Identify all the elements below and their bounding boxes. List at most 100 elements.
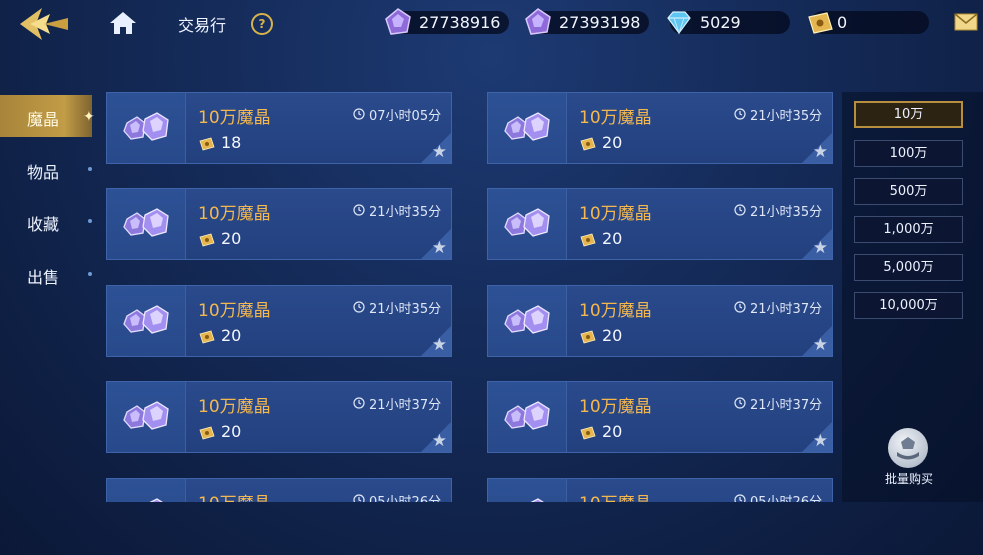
back-arrow-icon <box>20 8 68 40</box>
favorite-star-icon[interactable]: ★ <box>432 335 447 355</box>
filter-5000wan[interactable]: 5,000万 <box>854 254 963 281</box>
sidebar-item-label: 魔晶 <box>27 110 60 129</box>
gold-coupon-icon <box>199 233 215 247</box>
listing-card[interactable]: 10万魔晶 21小时35分 20 ★ <box>106 285 452 357</box>
magic-crystal-icon <box>530 498 544 502</box>
clock-icon <box>353 204 365 216</box>
item-thumbnail <box>107 479 186 502</box>
help-button[interactable]: ? <box>251 13 273 35</box>
bulk-buy-button[interactable]: 批量购买 <box>874 428 944 490</box>
item-thumbnail <box>107 189 186 259</box>
filter-10000wan[interactable]: 10,000万 <box>854 292 963 319</box>
remaining-time: 21小时37分 <box>750 398 823 413</box>
favorite-star-icon[interactable]: ★ <box>432 142 447 162</box>
clock-icon <box>353 108 365 120</box>
back-button[interactable] <box>14 6 72 42</box>
favorite-star-icon[interactable]: ★ <box>813 335 828 355</box>
filter-500wan[interactable]: 500万 <box>854 178 963 205</box>
item-thumbnail <box>107 382 186 452</box>
listing-card[interactable]: 10万魔晶 07小时05分 18 ★ <box>106 92 452 164</box>
remaining-time: 21小时35分 <box>369 302 442 317</box>
item-thumbnail <box>107 286 186 356</box>
currency-coupon: 0 <box>808 11 929 34</box>
sidebar-item-magic-crystal[interactable]: 魔晶 ✦ <box>0 95 95 137</box>
remaining-time: 05小时26分 <box>750 491 822 502</box>
favorite-star-icon[interactable]: ★ <box>813 142 828 162</box>
dot-icon <box>88 272 92 276</box>
sidebar-item-label: 收藏 <box>27 215 60 234</box>
item-thumbnail <box>488 189 567 259</box>
item-name: 10万魔晶 <box>198 489 271 502</box>
listing-card[interactable]: 10万魔晶05小时26分★ <box>487 478 833 502</box>
clock-icon <box>353 494 365 502</box>
filter-1000wan[interactable]: 1,000万 <box>854 216 963 243</box>
favorite-star-icon[interactable]: ★ <box>432 431 447 451</box>
item-name: 10万魔晶 <box>579 108 652 128</box>
magic-crystal-icon <box>504 112 550 141</box>
item-name: 10万魔晶 <box>579 397 652 417</box>
gold-coupon-icon <box>580 330 596 344</box>
clock-icon <box>734 301 746 313</box>
listing-card[interactable]: 10万魔晶 21小时35分 20 ★ <box>487 92 833 164</box>
item-price: 20 <box>602 422 623 441</box>
mail-icon <box>954 13 978 31</box>
filter-10wan[interactable]: 10万 <box>854 101 963 128</box>
item-price: 20 <box>221 229 242 248</box>
listing-card[interactable]: 10万魔晶 21小时37分 20 ★ <box>487 381 833 453</box>
item-thumbnail <box>488 382 567 452</box>
item-name: 10万魔晶 <box>198 108 271 128</box>
magic-crystal-icon <box>123 112 169 141</box>
top-bar: 交易行 ? 27738916 27393198 5029 0 <box>0 0 983 46</box>
sidebar-item-favorites[interactable]: 收藏 <box>0 200 92 242</box>
item-price: 20 <box>602 229 623 248</box>
clock-icon <box>734 397 746 409</box>
remaining-time: 21小时35分 <box>369 205 442 220</box>
item-price: 20 <box>602 326 623 345</box>
gold-coupon-icon <box>199 137 215 151</box>
favorite-star-icon[interactable]: ★ <box>432 238 447 258</box>
remaining-time: 07小时05分 <box>369 109 442 124</box>
listing-card[interactable]: 10万魔晶 21小时37分 20 ★ <box>106 381 452 453</box>
item-price: 20 <box>221 422 242 441</box>
remaining-time: 21小时37分 <box>369 398 442 413</box>
magic-crystal-icon <box>149 498 163 502</box>
currency-value: 0 <box>837 13 848 32</box>
item-price: 20 <box>221 326 242 345</box>
sidebar-item-sell[interactable]: 出售 <box>0 253 92 295</box>
magic-crystal-icon <box>504 305 550 334</box>
item-name: 10万魔晶 <box>198 301 271 321</box>
listing-card[interactable]: 10万魔晶 21小时37分 20 ★ <box>487 285 833 357</box>
clock-icon <box>734 204 746 216</box>
gold-coupon-icon <box>808 12 833 34</box>
item-thumbnail <box>488 93 567 163</box>
remaining-time: 21小时35分 <box>750 205 823 220</box>
listing-card[interactable]: 10万魔晶 21小时35分 20 ★ <box>106 188 452 260</box>
item-thumbnail <box>488 479 567 502</box>
listing-grid[interactable]: 10万魔晶 07小时05分 18 ★ 10万魔晶 21小时35分 20 ★ 10万魔晶 21小时3… <box>106 92 836 502</box>
clock-icon <box>353 397 365 409</box>
purple-crystal-icon <box>385 8 411 35</box>
item-name: 10万魔晶 <box>198 397 271 417</box>
mail-button[interactable] <box>954 12 978 32</box>
blue-diamond-icon <box>667 11 691 35</box>
sidebar-item-items[interactable]: 物品 <box>0 148 92 190</box>
favorite-star-icon[interactable]: ★ <box>813 431 828 451</box>
currency-value: 27393198 <box>559 13 641 32</box>
item-price: 18 <box>221 133 242 152</box>
sidebar-item-label: 物品 <box>27 163 60 182</box>
dot-icon <box>88 167 92 171</box>
listing-card[interactable]: 10万魔晶05小时26分★ <box>106 478 452 502</box>
gold-coupon-icon <box>199 426 215 440</box>
magic-crystal-icon <box>504 208 550 237</box>
currency-value: 5029 <box>700 13 741 32</box>
favorite-star-icon[interactable]: ★ <box>813 238 828 258</box>
page-title: 交易行 <box>178 16 227 35</box>
home-button[interactable] <box>108 10 138 36</box>
gold-coupon-icon <box>580 233 596 247</box>
filter-100wan[interactable]: 100万 <box>854 140 963 167</box>
listing-card[interactable]: 10万魔晶 21小时35分 20 ★ <box>487 188 833 260</box>
bulk-buy-label: 批量购买 <box>884 472 933 486</box>
item-name: 10万魔晶 <box>579 489 652 502</box>
magic-crystal-icon <box>123 401 169 430</box>
remaining-time: 05小时26分 <box>369 491 441 502</box>
